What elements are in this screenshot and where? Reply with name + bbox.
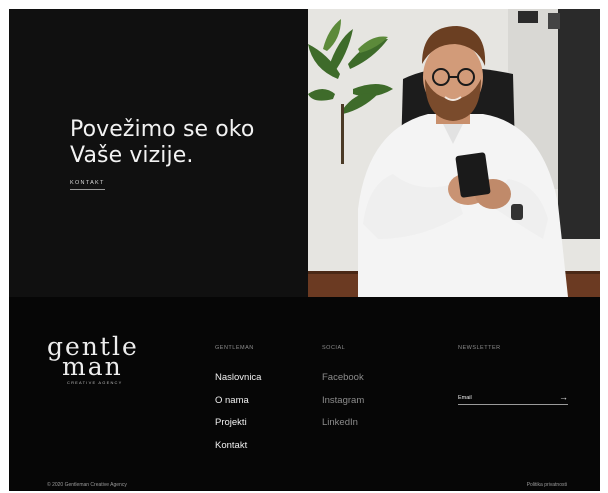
hero-text-panel: Povežimo se oko Vaše vizije. KONTAKT <box>9 9 308 297</box>
nav-link-kontakt[interactable]: Kontakt <box>215 439 261 462</box>
gentleman-nav-list: Naslovnica O nama Projekti Kontakt <box>215 371 261 461</box>
page-frame: Povežimo se oko Vaše vizije. KONTAKT gen… <box>9 9 600 491</box>
man-with-phone-illustration <box>308 9 600 297</box>
logo-tagline: CREATIVE AGENCY <box>67 380 123 385</box>
newsletter-form: → <box>458 391 568 405</box>
nav-link-naslovnica[interactable]: Naslovnica <box>215 371 261 394</box>
gentleman-logo[interactable]: gentle man CREATIVE AGENCY <box>47 334 137 397</box>
contact-link[interactable]: KONTAKT <box>70 180 105 190</box>
social-nav-list: Facebook Instagram LinkedIn <box>322 371 364 439</box>
social-link-linkedin[interactable]: LinkedIn <box>322 416 364 439</box>
social-column-heading: SOCIAL <box>322 345 346 351</box>
hero-title-line-1: Povežimo se oko <box>70 117 255 142</box>
newsletter-email-input[interactable] <box>458 393 553 403</box>
hero-title-line-2: Vaše vizije. <box>70 143 194 168</box>
nav-link-projekti[interactable]: Projekti <box>215 416 261 439</box>
hero-title: Povežimo se oko Vaše vizije. <box>70 117 290 169</box>
gentleman-column-heading: GENTLEMAN <box>215 345 254 351</box>
hero-section: Povežimo se oko Vaše vizije. KONTAKT <box>9 9 600 297</box>
hero-photo <box>308 9 600 297</box>
nav-link-o-nama[interactable]: O nama <box>215 394 261 417</box>
arrow-right-icon[interactable]: → <box>556 391 568 403</box>
privacy-policy-link[interactable]: Politika privatnosti <box>527 482 567 488</box>
copyright-text: © 2020 Gentleman Creative Agency <box>47 482 127 488</box>
newsletter-column-heading: NEWSLETTER <box>458 345 501 351</box>
social-link-facebook[interactable]: Facebook <box>322 371 364 394</box>
site-footer: gentle man CREATIVE AGENCY GENTLEMAN Nas… <box>9 297 600 491</box>
social-link-instagram[interactable]: Instagram <box>322 394 364 417</box>
